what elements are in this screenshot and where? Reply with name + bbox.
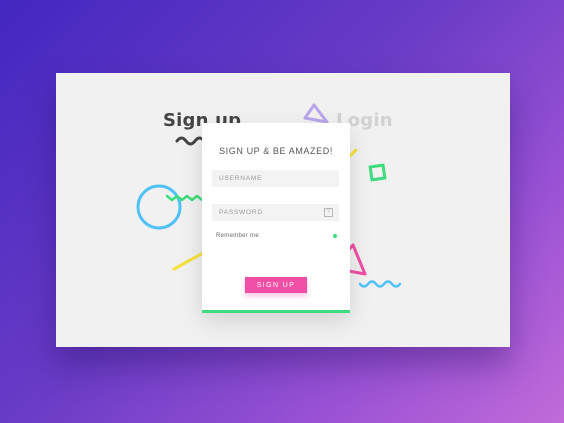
blue-circle-shape — [136, 184, 182, 230]
yellow-line-shape — [172, 251, 205, 271]
question-mark-box-icon[interactable]: ? — [324, 208, 333, 217]
remember-dot-icon[interactable] — [333, 234, 337, 238]
signup-form-card: SIGN UP & BE AMAZED! ? Remember me SIGN … — [202, 123, 350, 313]
green-square-shape — [368, 163, 387, 182]
form-title: SIGN UP & BE AMAZED! — [219, 146, 333, 156]
password-input[interactable] — [212, 204, 339, 221]
yellow-dash-shape — [348, 148, 358, 158]
blue-wave-shape — [358, 280, 402, 288]
signup-button[interactable]: SIGN UP — [245, 277, 307, 293]
signup-panel: Sign up Login SIGN UP & BE AMAZED! ? Rem… — [56, 73, 510, 347]
purple-triangle-shape — [303, 103, 329, 124]
remember-me-label[interactable]: Remember me — [216, 233, 259, 239]
username-input[interactable] — [212, 170, 339, 187]
